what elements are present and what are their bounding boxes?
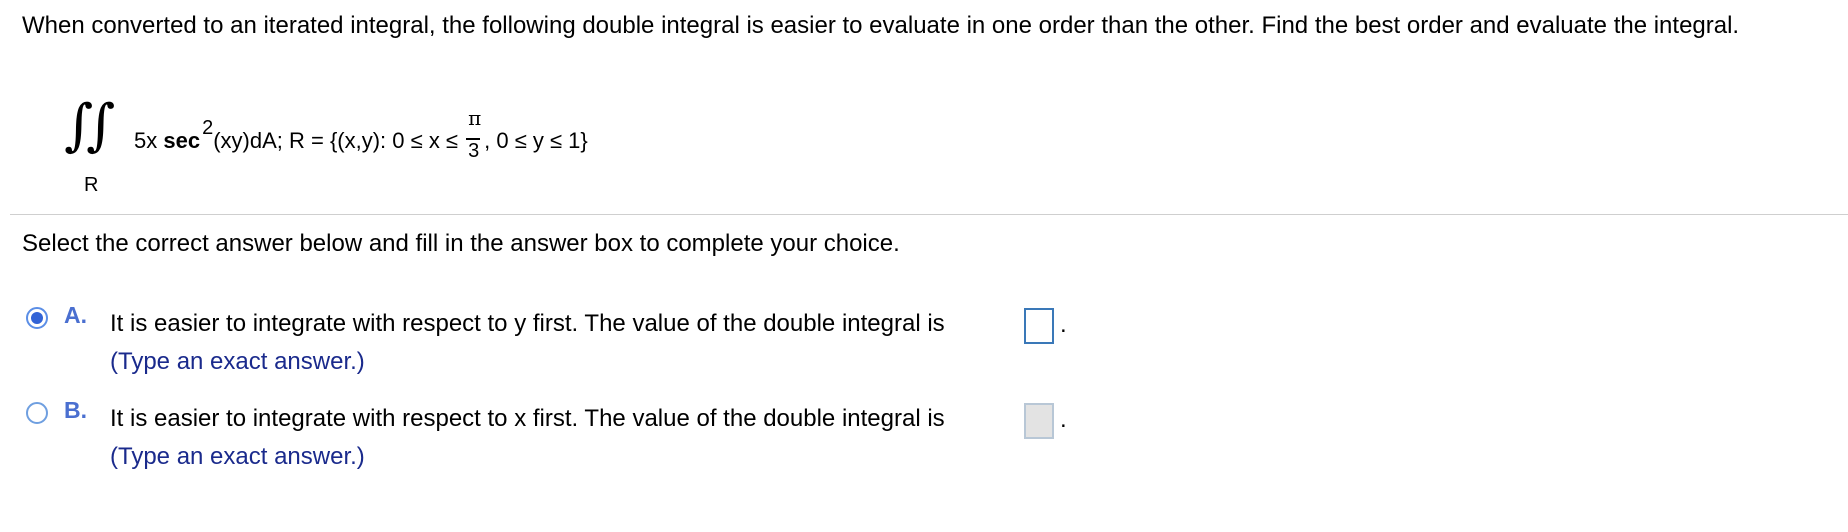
option-b-period: . — [1060, 406, 1067, 433]
option-b-letter[interactable]: B. — [64, 397, 87, 424]
pi-over-three-fraction: π3 — [466, 106, 482, 162]
integrand-exponent: 2 — [202, 117, 214, 139]
option-a-period: . — [1060, 311, 1067, 338]
fraction-numerator: π — [468, 106, 482, 131]
question-page: When converted to an iterated integral, … — [0, 0, 1848, 532]
fraction-denominator: 3 — [468, 140, 480, 163]
option-b-answer-box[interactable] — [1024, 403, 1054, 439]
integration-region-label: R — [84, 174, 99, 196]
option-a-letter[interactable]: A. — [64, 302, 87, 329]
double-integral-formula: ∫ ∫ R 5x sec 2(xy)dA; R = {(x,y): 0 ≤ x ≤… — [64, 96, 764, 206]
option-a-text: It is easier to integrate with respect t… — [110, 310, 945, 337]
section-divider — [10, 214, 1848, 215]
option-a-hint: (Type an exact answer.) — [110, 348, 365, 375]
instruction-text: Select the correct answer below and fill… — [22, 230, 900, 257]
option-a-radio-button[interactable] — [26, 307, 48, 329]
option-a[interactable]: A. It is easier to integrate with respec… — [24, 302, 1124, 385]
integrand-expression: 5x sec 2(xy)dA; R = {(x,y): 0 ≤ x ≤ π3, 0… — [134, 106, 588, 162]
option-b-hint: (Type an exact answer.) — [110, 443, 365, 470]
integrand-coefficient: 5x — [134, 128, 164, 153]
option-b-radio-button[interactable] — [26, 402, 48, 424]
integrand-argument: (xy)dA; R = {(x,y): 0 ≤ x ≤ — [213, 128, 465, 153]
option-a-answer-box[interactable] — [1024, 308, 1054, 344]
question-text: When converted to an iterated integral, … — [22, 12, 1740, 39]
integrand-tail: , 0 ≤ y ≤ 1} — [484, 128, 588, 153]
option-b-text: It is easier to integrate with respect t… — [110, 405, 945, 432]
option-b[interactable]: B. It is easier to integrate with respec… — [24, 397, 1124, 480]
integral-sign-inner: ∫ — [86, 93, 116, 158]
integrand-function: sec — [163, 128, 201, 153]
